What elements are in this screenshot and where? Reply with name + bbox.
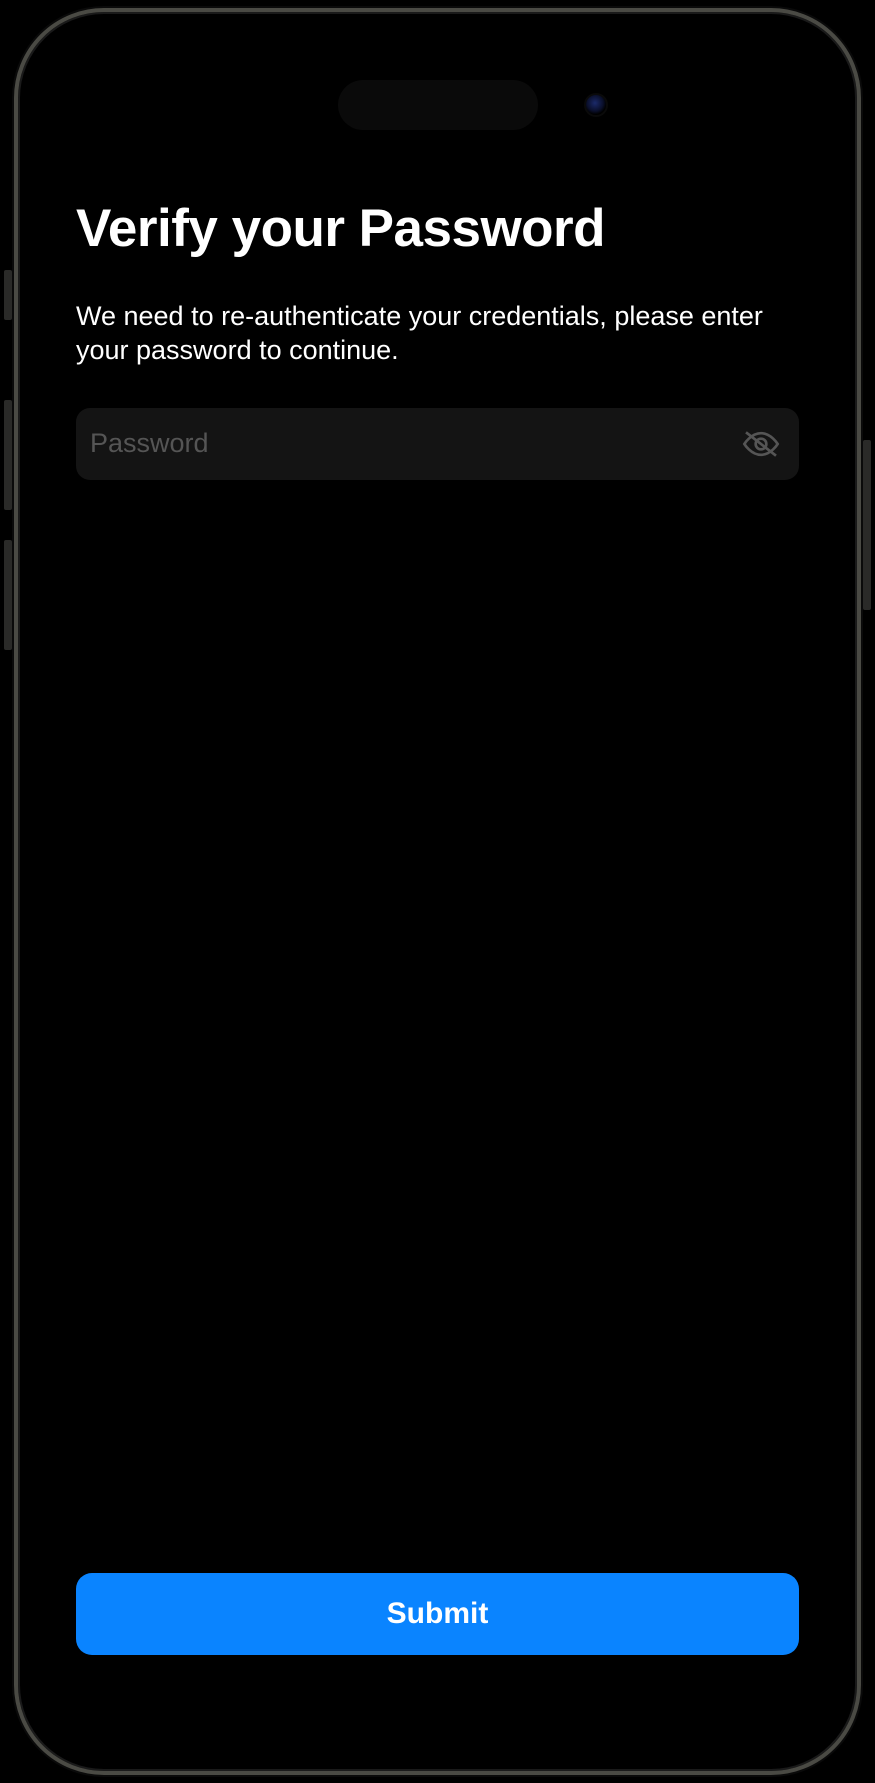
volume-up-button [4,400,12,510]
page-title: Verify your Password [76,200,799,258]
page-description: We need to re-authenticate your credenti… [76,300,799,368]
phone-frame: Verify your Password We need to re-authe… [14,8,861,1775]
volume-down-button [4,540,12,650]
verify-password-view: Verify your Password We need to re-authe… [26,20,849,1763]
volume-switch [4,270,12,320]
toggle-password-visibility-button[interactable] [741,429,781,459]
power-button [863,440,871,610]
password-input[interactable] [90,408,741,480]
phone-screen: Verify your Password We need to re-authe… [26,20,849,1763]
eye-off-icon [741,429,781,459]
submit-button[interactable]: Submit [76,1573,799,1655]
password-field-container [76,408,799,480]
